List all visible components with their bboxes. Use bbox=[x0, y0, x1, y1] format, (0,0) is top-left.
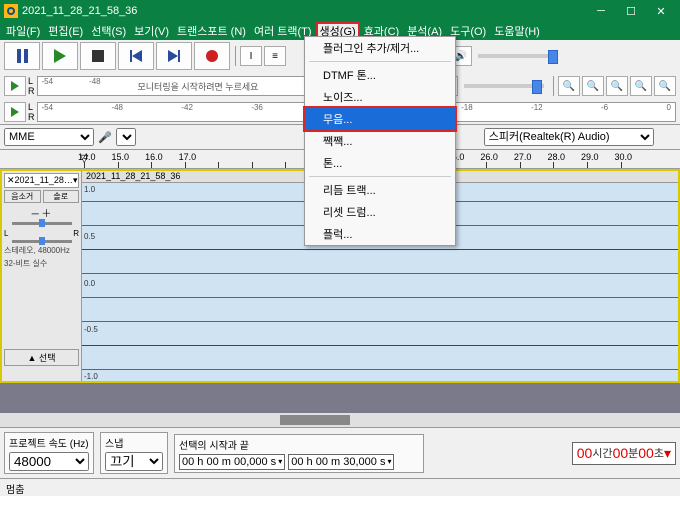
solo-button[interactable]: 솔로 bbox=[43, 190, 80, 203]
window-title: 2021_11_28_21_58_36 bbox=[22, 5, 586, 17]
dropdown-item[interactable]: DTMF 톤... bbox=[305, 64, 455, 86]
mute-button[interactable]: 음소거 bbox=[4, 190, 41, 203]
minimize-button[interactable]: ─ bbox=[586, 0, 616, 22]
play-button[interactable] bbox=[42, 42, 78, 70]
playback-volume-slider[interactable] bbox=[478, 54, 558, 58]
track-select-button[interactable]: ▲ 선택 bbox=[4, 349, 79, 366]
titlebar: 2021_11_28_21_58_36 ─ ☐ ✕ bbox=[0, 0, 680, 22]
status-bar: 멈춤 bbox=[0, 478, 680, 496]
skip-start-button[interactable] bbox=[118, 42, 154, 70]
empty-track-area bbox=[0, 383, 680, 413]
dropdown-item[interactable]: 짹짹... bbox=[305, 130, 455, 152]
play-meter-play-icon-2[interactable] bbox=[4, 102, 26, 122]
maximize-button[interactable]: ☐ bbox=[616, 0, 646, 22]
selection-end-field[interactable]: 00 h 00 m 30,000 s▾ bbox=[288, 454, 394, 470]
record-button[interactable] bbox=[194, 42, 230, 70]
meter-label-l: LR bbox=[28, 76, 35, 96]
mic-device-icon: 🎤 bbox=[98, 131, 112, 144]
dropdown-item[interactable]: 플러그인 추가/제거... bbox=[305, 37, 455, 59]
track-bits: 32-비트 실수 bbox=[4, 258, 79, 269]
skip-end-button[interactable] bbox=[156, 42, 192, 70]
gain-slider[interactable] bbox=[12, 222, 72, 225]
snap-label: 스냅 bbox=[105, 435, 163, 450]
separator bbox=[232, 42, 238, 70]
meter-label-l2: LR bbox=[28, 102, 35, 122]
menu-edit[interactable]: 편집(E) bbox=[44, 22, 87, 40]
track-name-dropdown[interactable]: ✕ 2021_11_28… ▾ bbox=[4, 173, 79, 188]
host-select[interactable]: MME bbox=[4, 128, 94, 146]
dropdown-item[interactable]: 무음... bbox=[305, 108, 455, 130]
zoom-fit-button[interactable]: 🔍 bbox=[606, 76, 628, 96]
zoom-toggle-button[interactable]: 🔍 bbox=[654, 76, 676, 96]
menu-file[interactable]: 파일(F) bbox=[2, 22, 44, 40]
selection-start-field[interactable]: 00 h 00 m 00,000 s▾ bbox=[179, 454, 285, 470]
tool-selection[interactable]: I bbox=[240, 46, 262, 66]
track-control-panel[interactable]: ✕ 2021_11_28… ▾ 음소거 솔로 ─ ＋ LR 스테레오, 4800… bbox=[2, 171, 82, 381]
dropdown-item[interactable]: 플럭... bbox=[305, 223, 455, 245]
dropdown-item[interactable]: 리듬 트랙... bbox=[305, 179, 455, 201]
dropdown-item[interactable]: 톤... bbox=[305, 152, 455, 174]
menu-transport[interactable]: 트랜스포트 (N) bbox=[173, 22, 250, 40]
project-rate-label: 프로젝트 속도 (Hz) bbox=[9, 435, 89, 450]
project-rate-select[interactable]: 48000 bbox=[9, 452, 89, 471]
separator bbox=[550, 72, 556, 100]
mic-select[interactable] bbox=[116, 128, 136, 146]
dropdown-item[interactable]: 리셋 드럼... bbox=[305, 201, 455, 223]
menu-view[interactable]: 보기(V) bbox=[130, 22, 173, 40]
tool-envelope[interactable]: ≡ bbox=[264, 46, 286, 66]
menu-help[interactable]: 도움말(H) bbox=[490, 22, 544, 40]
menu-select[interactable]: 선택(S) bbox=[87, 22, 130, 40]
pause-button[interactable] bbox=[4, 42, 40, 70]
selection-label: 선택의 시작과 끝 bbox=[179, 437, 419, 452]
close-button[interactable]: ✕ bbox=[646, 0, 676, 22]
track-format: 스테레오, 48000Hz bbox=[4, 245, 79, 256]
zoom-in-button[interactable]: 🔍 bbox=[558, 76, 580, 96]
speaker-select[interactable]: 스피커(Realtek(R) Audio) bbox=[484, 128, 654, 146]
stop-button[interactable] bbox=[80, 42, 116, 70]
dropdown-item[interactable]: 노이즈... bbox=[305, 86, 455, 108]
generate-dropdown: 플러그인 추가/제거... DTMF 톤...노이즈...무음...짹짹...톤.… bbox=[304, 36, 456, 246]
app-icon bbox=[4, 4, 18, 18]
zoom-out-button[interactable]: 🔍 bbox=[582, 76, 604, 96]
selection-toolbar: 프로젝트 속도 (Hz) 48000 스냅 끄기 선택의 시작과 끝 00 h … bbox=[0, 427, 680, 478]
play-meter-play-icon[interactable] bbox=[4, 76, 26, 96]
zoom-sel-button[interactable]: 🔍 bbox=[630, 76, 652, 96]
pan-slider[interactable] bbox=[12, 240, 72, 243]
horizontal-scrollbar[interactable] bbox=[0, 413, 680, 427]
audio-position-display[interactable]: 00 시간 00 분 00 초▾ bbox=[572, 442, 676, 465]
snap-select[interactable]: 끄기 bbox=[105, 452, 163, 471]
record-volume-slider[interactable] bbox=[464, 84, 544, 88]
